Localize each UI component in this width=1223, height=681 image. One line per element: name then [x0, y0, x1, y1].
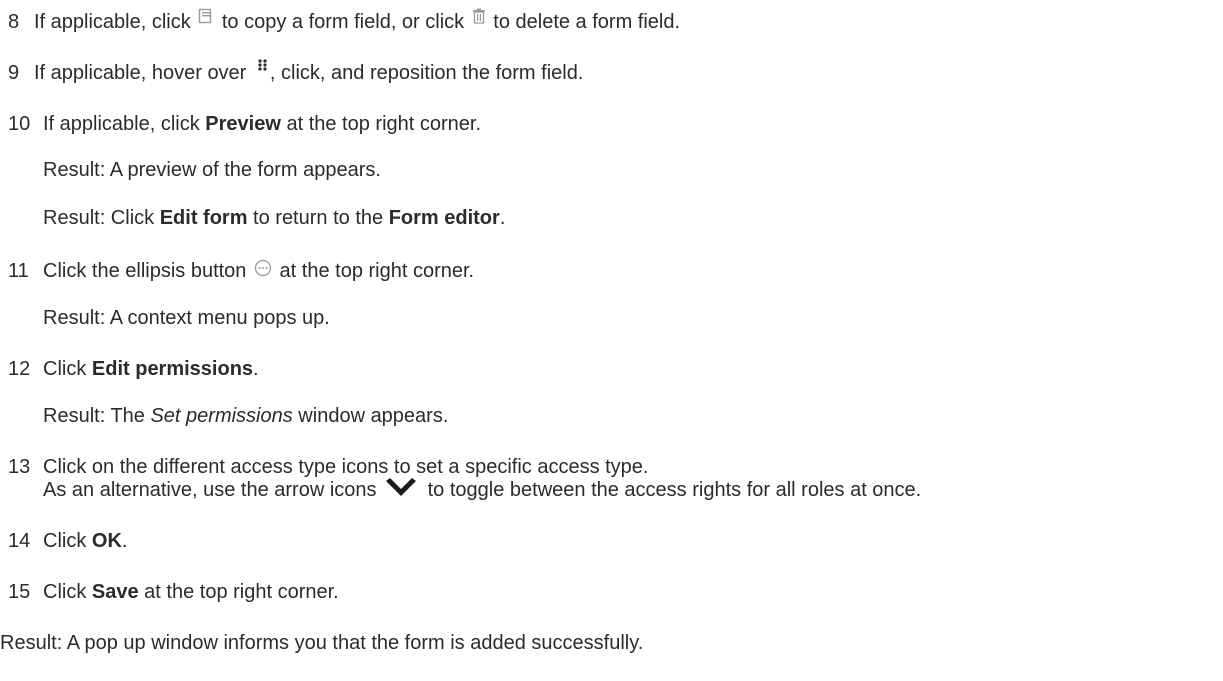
step-number: 13 — [8, 456, 31, 478]
step-text: Click — [43, 358, 92, 380]
step-text: at the top right corner. — [280, 113, 482, 135]
step-text: Click on the different access type icons… — [43, 456, 649, 478]
step-text: Click the ellipsis button — [43, 260, 252, 282]
step-text: As an alternative, use the arrow icons — [43, 479, 383, 501]
result-text: window appears. — [292, 405, 449, 427]
chevron-down-icon — [386, 477, 417, 496]
step-number: 12 — [8, 358, 31, 380]
step-number: 9 — [8, 62, 20, 84]
result-text: Result: The — [43, 405, 151, 427]
ui-term-ok: OK — [91, 530, 122, 552]
step-text: If applicable, click — [43, 113, 206, 135]
step-10: 10 If applicable, click Preview at the to… — [8, 112, 481, 136]
step-text: to delete a form field. — [487, 11, 681, 33]
step-10-result-2: Result: Click Edit form to return to the… — [43, 206, 505, 230]
step-12-result: Result: The Set permissions window appea… — [43, 404, 448, 428]
ui-term-set-permissions: Set permissions — [150, 405, 293, 427]
trash-icon — [472, 8, 485, 24]
step-11-result: Result: A context menu pops up. — [43, 307, 330, 329]
ui-term-form-editor: Form editor — [388, 207, 500, 229]
step-number: 10 — [8, 113, 31, 135]
step-text: to copy a form field, or click — [216, 11, 470, 33]
ui-term-edit-permissions: Edit permissions — [91, 358, 254, 380]
step-text: at the top right corner. — [138, 581, 339, 603]
instructions-document: 8 If applicable, click to copy a form fie… — [0, 0, 1223, 681]
step-text: If applicable, click — [34, 11, 197, 33]
step-number: 11 — [8, 260, 29, 282]
step-text: to toggle between the access rights for … — [422, 479, 922, 501]
ui-term-preview: Preview — [205, 113, 281, 135]
step-13-continuation: As an alternative, use the arrow icons t… — [43, 477, 922, 502]
step-13: 13 Click on the different access type ico… — [8, 455, 648, 479]
step-text: Click — [43, 581, 92, 603]
final-result: Result: A pop up window informs you that… — [0, 632, 644, 654]
ui-term-save: Save — [91, 581, 139, 603]
step-11: 11 Click the ellipsis button at the top r… — [8, 259, 474, 283]
result-text: to return to the — [247, 207, 389, 229]
copy-icon — [199, 8, 212, 23]
result-text: . — [499, 207, 506, 229]
step-8: 8 If applicable, click to copy a form fie… — [8, 8, 681, 34]
step-number: 8 — [8, 11, 20, 33]
ellipsis-icon — [254, 259, 272, 276]
drag-handle-icon — [258, 59, 267, 71]
step-text: . — [121, 530, 128, 552]
step-text: . — [253, 358, 259, 380]
step-12: 12 Click Edit permissions. — [8, 357, 259, 381]
step-14: 14 Click OK. — [8, 529, 127, 553]
step-text: at the top right corner. — [273, 260, 475, 282]
step-9: 9 If applicable, hover over , click, and … — [8, 59, 584, 85]
step-number: 14 — [8, 530, 31, 552]
result-text: Result: Click — [43, 207, 160, 229]
ui-term-edit-form: Edit form — [159, 207, 248, 229]
step-number: 15 — [8, 581, 31, 603]
step-text: , click, and reposition the form field. — [269, 62, 584, 84]
step-10-result-1: Result: A preview of the form appears. — [43, 159, 381, 181]
step-15: 15 Click Save at the top right corner. — [8, 580, 339, 604]
step-text: If applicable, hover over — [34, 62, 252, 84]
step-text: Click — [43, 530, 92, 552]
